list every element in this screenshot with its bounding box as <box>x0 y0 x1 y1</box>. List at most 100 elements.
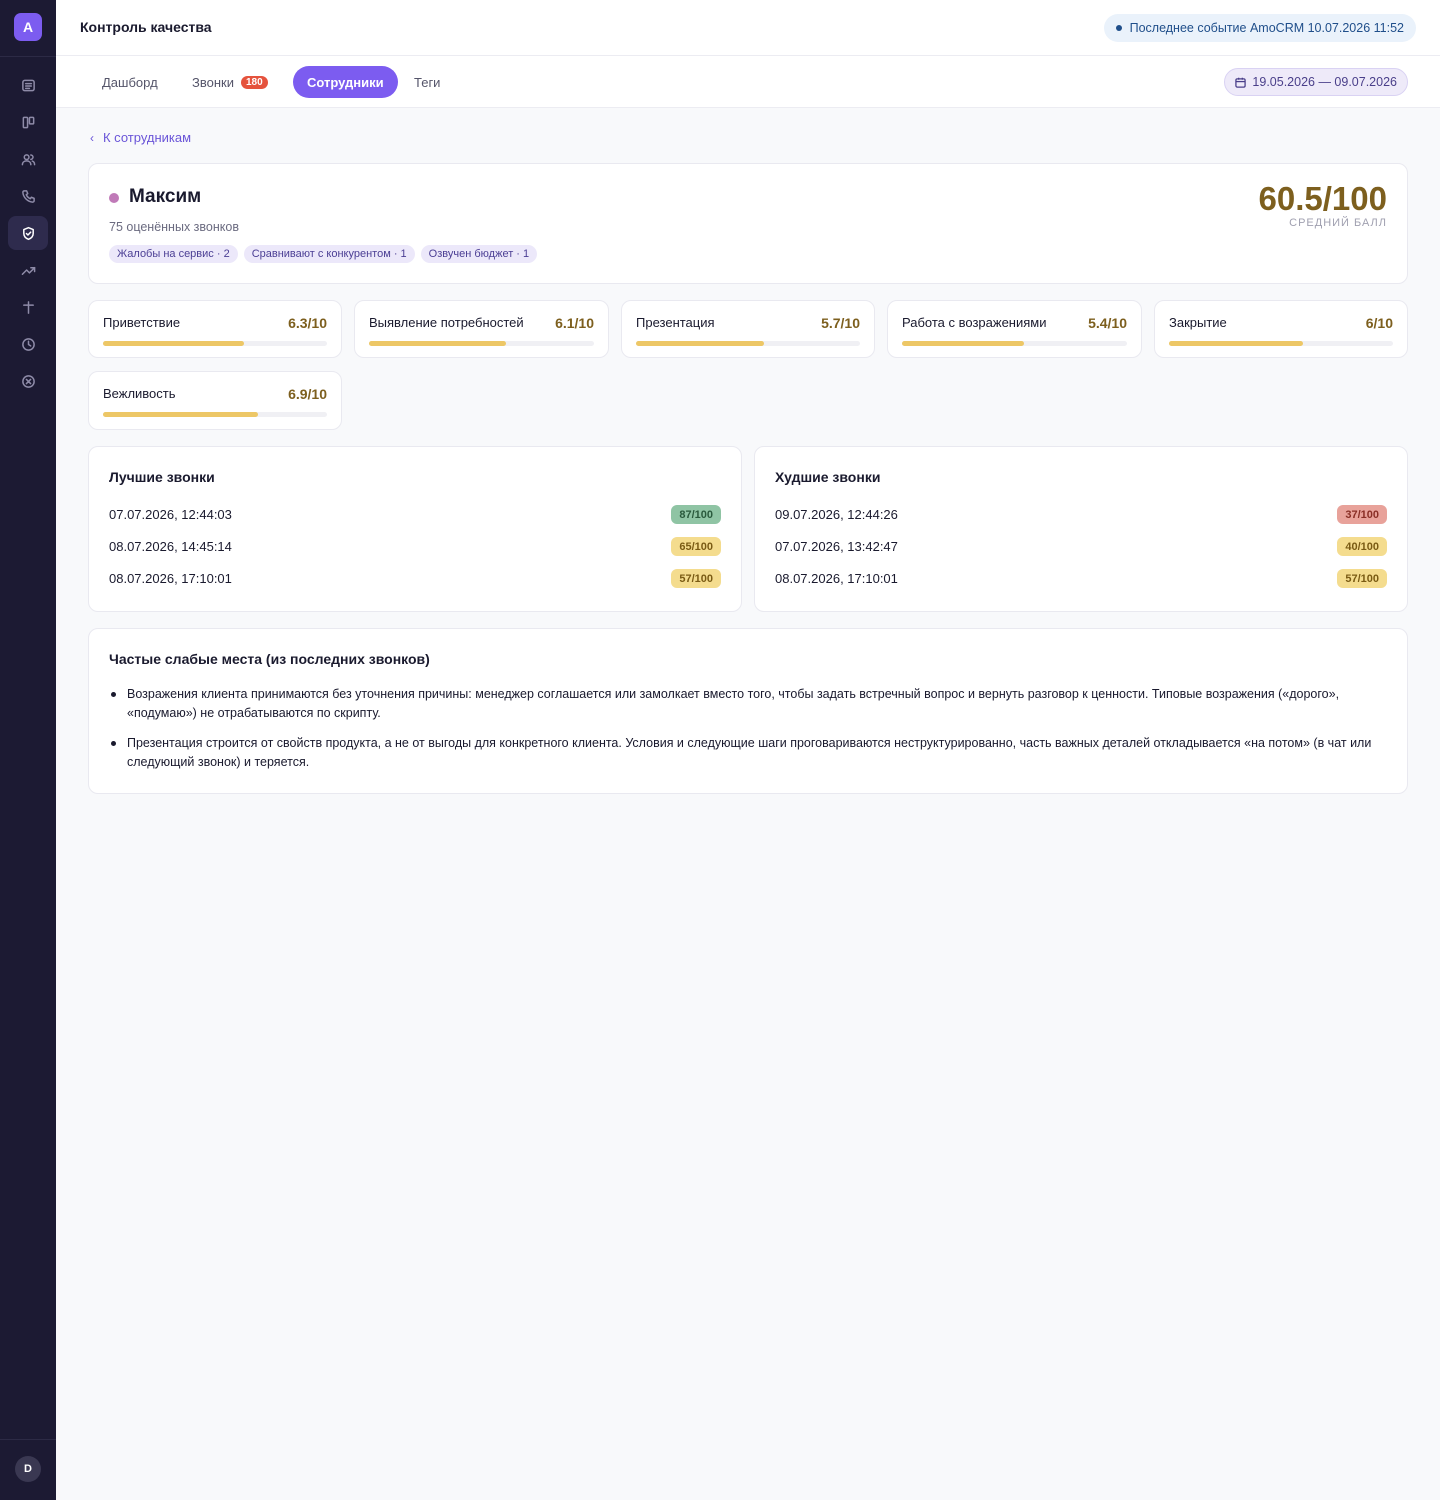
criterion-score: 6.3/10 <box>288 315 327 331</box>
phone-icon <box>21 189 35 203</box>
call-score-badge: 40/100 <box>1337 537 1387 556</box>
criterion-card: Презентация 5.7/10 <box>621 300 875 358</box>
tab-label: Дашборд <box>102 74 158 90</box>
criterion-score: 5.7/10 <box>821 315 860 331</box>
employee-status-dot <box>109 193 119 203</box>
call-row[interactable]: 07.07.2026, 12:44:03 87/100 <box>109 505 721 525</box>
best-calls-title: Лучшие звонки <box>109 469 215 485</box>
calendar-icon <box>1235 77 1247 88</box>
criterion-progress-fill <box>103 412 258 417</box>
tab-tags[interactable]: Теги <box>400 66 454 98</box>
sidebar-item-board[interactable] <box>8 105 48 139</box>
criterion-progress <box>636 341 860 346</box>
criterion-name: Работа с возражениями <box>902 315 1047 330</box>
tab-employees[interactable]: Сотрудники <box>293 66 398 98</box>
pin-icon <box>22 300 34 314</box>
criterion-name: Приветствие <box>103 315 181 330</box>
clock-icon <box>21 337 35 351</box>
call-datetime: 08.07.2026, 14:45:14 <box>109 539 232 554</box>
criterion-progress <box>369 341 594 346</box>
criterion-card: Работа с возражениями 5.4/10 <box>887 300 1142 358</box>
list-item: Возражения клиента принимаются без уточн… <box>109 685 1387 723</box>
sidebar-divider <box>0 56 56 57</box>
date-range-picker[interactable]: 19.05.2026 — 09.07.2026 <box>1224 68 1408 96</box>
call-datetime: 09.07.2026, 12:44:26 <box>775 507 898 522</box>
top-header: Контроль качества Последнее событие AmoC… <box>56 0 1440 56</box>
criterion-name: Закрытие <box>1169 315 1227 330</box>
worst-calls-title: Худшие звонки <box>775 469 881 485</box>
sidebar-item-quality[interactable] <box>8 216 48 250</box>
criterion-name: Выявление потребностей <box>369 315 524 330</box>
close-circle-icon <box>21 374 35 388</box>
chevron-left-icon: ‹ <box>90 130 94 145</box>
tabs-bar: Дашборд Звонки 180 Сотрудники Теги 19.05.… <box>56 56 1440 108</box>
criterion-card: Вежливость 6.9/10 <box>88 371 342 430</box>
tag-chip[interactable]: Озвучен бюджет · 1 <box>420 245 538 263</box>
criterion-name: Презентация <box>636 315 715 330</box>
criterion-progress <box>103 412 327 417</box>
sidebar-item-exit[interactable] <box>8 364 48 398</box>
calls-count-badge: 180 <box>240 75 268 89</box>
employee-card: Максим 75 оценённых звонков Жалобы на се… <box>88 163 1408 284</box>
sidebar-item-users[interactable] <box>8 142 48 176</box>
weak-points-list: Возражения клиента принимаются без уточн… <box>109 685 1387 783</box>
last-event-status: Последнее событие AmoCRM 10.07.2026 11:5… <box>1103 14 1416 42</box>
tag-chip[interactable]: Жалобы на сервис · 2 <box>109 245 238 263</box>
call-datetime: 07.07.2026, 13:42:47 <box>775 539 898 554</box>
kanban-icon <box>22 116 34 128</box>
call-datetime: 07.07.2026, 12:44:03 <box>109 507 232 522</box>
sidebar-item-calls[interactable] <box>8 179 48 213</box>
sidebar-item-pin[interactable] <box>8 290 48 324</box>
weak-points-title: Частые слабые места (из последних звонко… <box>109 651 430 667</box>
users-icon <box>21 153 35 165</box>
app-logo[interactable]: A <box>14 13 42 41</box>
worst-calls-card: Худшие звонки 09.07.2026, 12:44:26 37/10… <box>754 446 1408 612</box>
call-score-badge: 65/100 <box>671 537 721 556</box>
tab-label: Сотрудники <box>307 74 384 90</box>
call-row[interactable]: 07.07.2026, 13:42:47 40/100 <box>775 537 1387 557</box>
weak-points-card: Частые слабые места (из последних звонко… <box>88 628 1408 794</box>
call-row[interactable]: 08.07.2026, 17:10:01 57/100 <box>775 569 1387 589</box>
criterion-score: 6/10 <box>1365 315 1393 331</box>
criterion-progress-fill <box>103 341 245 346</box>
trending-up-icon <box>21 266 35 275</box>
call-score-badge: 57/100 <box>671 569 721 588</box>
criterion-progress-fill <box>369 341 507 346</box>
call-datetime: 08.07.2026, 17:10:01 <box>109 571 232 586</box>
list-item: Презентация строится от свойств продукта… <box>109 734 1387 772</box>
call-row[interactable]: 09.07.2026, 12:44:26 37/100 <box>775 505 1387 525</box>
call-score-badge: 57/100 <box>1337 569 1387 588</box>
average-score: 60.5/100 <box>1258 180 1387 217</box>
call-row[interactable]: 08.07.2026, 17:10:01 57/100 <box>109 569 721 589</box>
criterion-progress-fill <box>1169 341 1304 346</box>
criterion-score: 6.1/10 <box>555 315 594 331</box>
criterion-card: Приветствие 6.3/10 <box>88 300 342 358</box>
call-score-badge: 37/100 <box>1337 505 1387 524</box>
list-icon <box>21 79 35 91</box>
tab-label: Теги <box>414 74 441 90</box>
back-link-label: К сотрудникам <box>103 130 192 145</box>
tab-label: Звонки <box>192 74 234 90</box>
criterion-card: Выявление потребностей 6.1/10 <box>354 300 609 358</box>
date-range-value: 19.05.2026 — 09.07.2026 <box>1252 75 1397 89</box>
criterion-score: 6.9/10 <box>288 386 327 402</box>
tag-chip[interactable]: Сравнивают с конкурентом · 1 <box>243 245 415 263</box>
rated-calls-count: 75 оценённых звонков <box>109 220 239 234</box>
sidebar-item-dashboard[interactable] <box>8 68 48 102</box>
sidebar-item-analytics[interactable] <box>8 253 48 287</box>
sidebar: A D <box>0 0 56 1500</box>
criterion-card: Закрытие 6/10 <box>1154 300 1408 358</box>
back-to-employees-link[interactable]: ‹ К сотрудникам <box>90 130 191 145</box>
tab-dashboard[interactable]: Дашборд <box>88 66 172 98</box>
best-calls-card: Лучшие звонки 07.07.2026, 12:44:03 87/10… <box>88 446 742 612</box>
page-title: Контроль качества <box>80 19 212 35</box>
call-datetime: 08.07.2026, 17:10:01 <box>775 571 898 586</box>
user-avatar[interactable]: D <box>15 1456 41 1482</box>
call-row[interactable]: 08.07.2026, 14:45:14 65/100 <box>109 537 721 557</box>
average-score-label: СРЕДНИЙ БАЛЛ <box>1289 217 1387 229</box>
criterion-progress <box>1169 341 1393 346</box>
sidebar-item-history[interactable] <box>8 327 48 361</box>
tab-calls[interactable]: Звонки 180 <box>178 66 282 98</box>
call-score-badge: 87/100 <box>671 505 721 524</box>
criterion-name: Вежливость <box>103 386 176 401</box>
